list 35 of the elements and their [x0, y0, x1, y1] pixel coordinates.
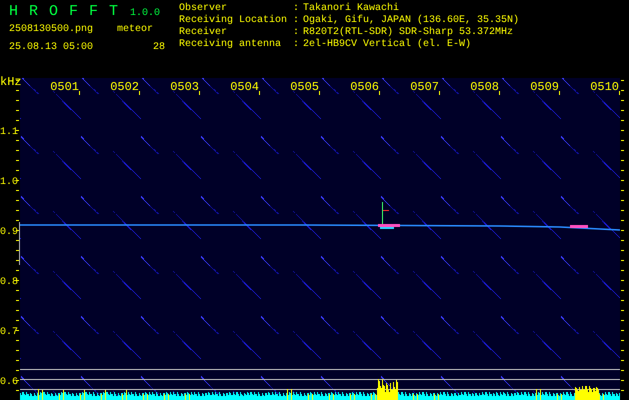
time-label: 0508: [470, 80, 499, 94]
info-separator: :: [293, 3, 300, 15]
time-label: 0503: [170, 80, 199, 94]
info-value: R820T2(RTL-SDR) SDR-Sharp 53.372MHz: [303, 27, 514, 38]
axis-unit: kHz: [0, 75, 22, 89]
time-label: 0502: [110, 80, 139, 94]
time-label: 0501: [50, 80, 79, 94]
file-name: 2508130500.png: [9, 24, 94, 36]
axis-label: 0.6: [0, 377, 18, 388]
axis-label: 1.0: [0, 177, 18, 188]
version-label: 1.0.0: [130, 8, 160, 19]
axis-label: 1.1: [0, 127, 18, 138]
app-title: H R O F F T: [9, 3, 118, 20]
time-label: 0509: [530, 80, 559, 94]
info-separator: :: [293, 39, 300, 51]
info-label: Observer: [179, 3, 228, 14]
counter-label: meteor: [117, 24, 154, 36]
info-separator: :: [293, 15, 300, 27]
axis-label: 0.9: [0, 227, 18, 238]
info-value: Ogaki, Gifu, JAPAN (136.60E, 35.35N): [303, 15, 520, 26]
axis-label: 0.7: [0, 327, 18, 338]
info-label: Receiving antenna: [179, 39, 282, 51]
time-label: 0507: [410, 80, 439, 94]
info-value: 2el-HB9CV Vertical (el. E-W): [303, 39, 472, 51]
time-label: 0505: [290, 80, 319, 94]
time-label: 0506: [350, 80, 379, 94]
info-value: Takanori Kawachi: [303, 3, 400, 14]
info-label: Receiver: [179, 27, 228, 38]
timestamp: 25.08.13 05:00: [9, 42, 94, 54]
time-label: 0510: [590, 80, 619, 94]
info-label: Receiving Location: [179, 15, 288, 26]
counter-value: 28: [153, 42, 166, 54]
axis-label: 0.8: [0, 277, 18, 288]
info-separator: :: [293, 27, 300, 39]
time-label: 0504: [230, 80, 259, 94]
